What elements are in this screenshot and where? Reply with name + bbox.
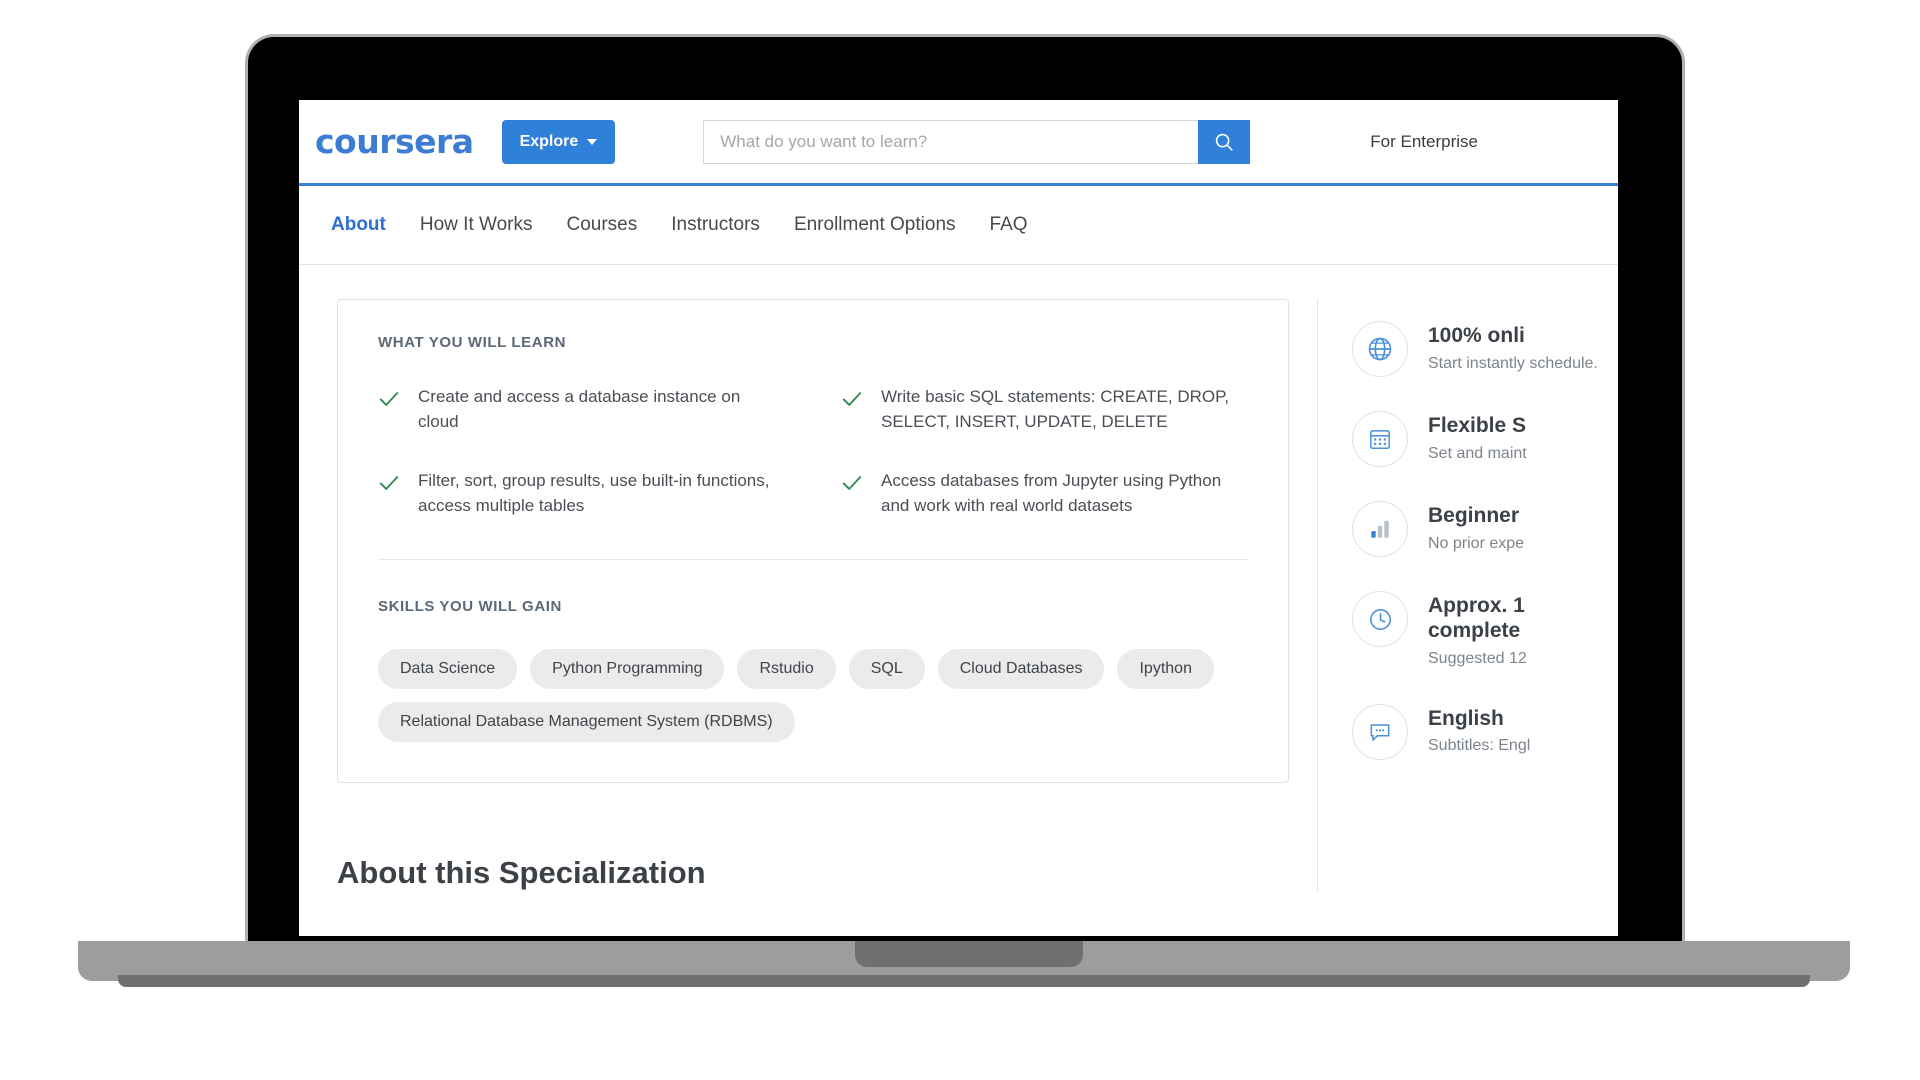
card-divider <box>378 558 1248 560</box>
learn-item: Write basic SQL statements: CREATE, DROP… <box>841 385 1248 435</box>
check-icon <box>379 392 399 406</box>
highlight-text: Flexible S Set and maint <box>1428 411 1618 465</box>
highlight-text: English Subtitles: Engl <box>1428 704 1618 758</box>
speech-bubble-icon <box>1352 703 1408 760</box>
highlight-text: 100% onli Start instantly schedule. <box>1428 321 1618 375</box>
skills-block: SKILLS YOU WILL GAIN Data Science Python… <box>378 598 1248 742</box>
highlight-item-level: Beginner No prior expe <box>1352 501 1618 557</box>
search-icon <box>1216 133 1233 151</box>
explore-button-label: Explore <box>519 132 579 150</box>
check-icon <box>842 476 862 490</box>
skill-pill[interactable]: Rstudio <box>737 648 836 689</box>
tab-about[interactable]: About <box>331 214 386 236</box>
search-bar <box>703 119 1251 164</box>
laptop-mockup: coursera Explore For Enterprise About Ho… <box>0 0 1920 1080</box>
highlight-title: 100% onli <box>1428 324 1525 347</box>
check-icon <box>379 476 399 490</box>
highlight-text: Beginner No prior expe <box>1428 501 1618 555</box>
tab-instructors[interactable]: Instructors <box>671 214 760 236</box>
browser-viewport: coursera Explore For Enterprise About Ho… <box>299 100 1618 936</box>
laptop-base-notch <box>855 941 1083 967</box>
about-this-specialization-heading: About this Specialization <box>337 854 706 890</box>
sub-navigation: About How It Works Courses Instructors E… <box>299 186 1618 265</box>
check-icon <box>842 392 862 406</box>
learn-items-grid: Create and access a database instance on… <box>378 385 1248 519</box>
highlight-title: Flexible S <box>1428 414 1527 437</box>
what-you-will-learn-title: WHAT YOU WILL LEARN <box>378 334 567 351</box>
skill-pill[interactable]: Data Science <box>378 648 518 689</box>
chevron-down-icon <box>587 138 598 145</box>
learn-item-text: Write basic SQL statements: CREATE, DROP… <box>881 387 1229 431</box>
clock-icon <box>1352 591 1408 647</box>
highlight-item-schedule: Flexible S Set and maint <box>1352 411 1618 467</box>
tab-how-it-works[interactable]: How It Works <box>420 214 533 236</box>
coursera-logo[interactable]: coursera <box>315 125 474 158</box>
skill-pill[interactable]: Python Programming <box>530 648 725 689</box>
highlight-subtitle: Suggested 12 <box>1428 649 1527 667</box>
calendar-icon <box>1352 411 1408 467</box>
skill-pill[interactable]: Relational Database Management System (R… <box>378 701 795 742</box>
globe-icon <box>1352 321 1408 377</box>
laptop-base-shadow <box>118 975 1810 987</box>
search-button[interactable] <box>1198 119 1251 164</box>
skill-pill[interactable]: Ipython <box>1117 648 1214 689</box>
skill-pill[interactable]: SQL <box>848 648 925 689</box>
highlight-title: Approx. 1 <box>1428 594 1525 617</box>
highlight-title: English <box>1428 706 1504 730</box>
highlight-title-line2: complete <box>1428 618 1521 642</box>
skills-you-will-gain-title: SKILLS YOU WILL GAIN <box>378 597 562 615</box>
course-highlights-sidebar: 100% onli Start instantly schedule. Flex… <box>1317 299 1618 891</box>
highlight-subtitle: Set and maint <box>1428 444 1527 462</box>
content-area: WHAT YOU WILL LEARN Create and access a … <box>299 265 1618 891</box>
tab-courses[interactable]: Courses <box>566 214 637 236</box>
skills-pill-list: Data Science Python Programming Rstudio … <box>378 648 1248 742</box>
main-column: WHAT YOU WILL LEARN Create and access a … <box>299 299 1317 891</box>
tab-faq[interactable]: FAQ <box>990 214 1028 236</box>
highlight-subtitle: Subtitles: Engl <box>1428 737 1531 755</box>
learn-item-text: Access databases from Jupyter using Pyth… <box>881 470 1222 515</box>
highlight-subtitle: Start instantly schedule. <box>1428 354 1598 372</box>
learn-item-text: Filter, sort, group results, use built-i… <box>418 470 770 515</box>
learn-item: Create and access a database instance on… <box>378 385 785 435</box>
site-header: coursera Explore For Enterprise <box>299 100 1618 186</box>
highlight-item-duration: Approx. 1 complete Suggested 12 <box>1352 591 1618 670</box>
tab-enrollment-options[interactable]: Enrollment Options <box>794 214 956 236</box>
course-info-card: WHAT YOU WILL LEARN Create and access a … <box>337 299 1289 783</box>
highlight-item-language: English Subtitles: Engl <box>1352 703 1618 760</box>
explore-button[interactable]: Explore <box>501 119 616 164</box>
learn-item: Access databases from Jupyter using Pyth… <box>841 469 1248 519</box>
highlight-item-online: 100% onli Start instantly schedule. <box>1352 321 1618 377</box>
search-input[interactable] <box>703 119 1199 164</box>
highlight-title: Beginner <box>1428 504 1520 527</box>
bar-chart-icon <box>1352 501 1408 557</box>
learn-item-text: Create and access a database instance on… <box>418 387 741 431</box>
skill-pill[interactable]: Cloud Databases <box>937 648 1105 689</box>
highlight-subtitle: No prior expe <box>1428 534 1525 552</box>
highlight-text: Approx. 1 complete Suggested 12 <box>1428 591 1618 670</box>
for-enterprise-link[interactable]: For Enterprise <box>1370 132 1478 152</box>
learn-item: Filter, sort, group results, use built-i… <box>378 469 785 519</box>
